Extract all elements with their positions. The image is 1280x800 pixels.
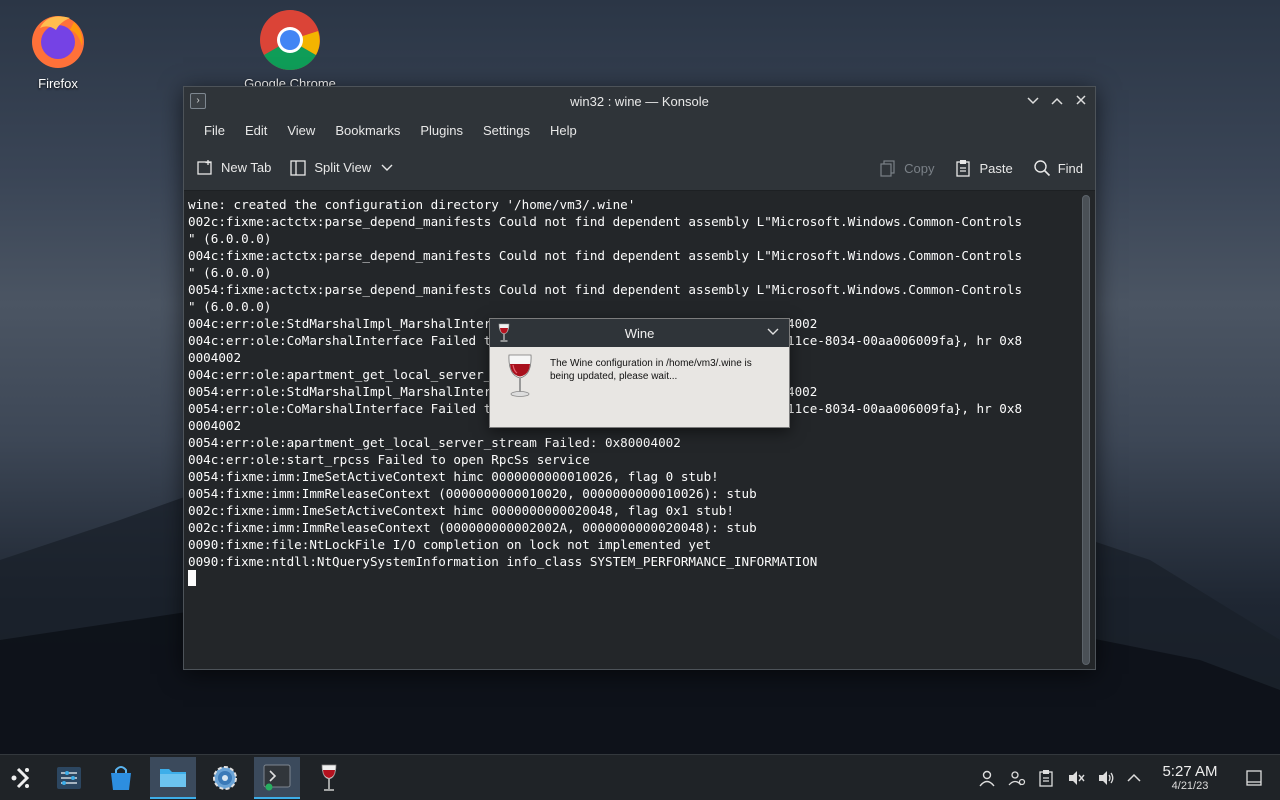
terminal-line: 0090:fixme:file:NtLockFile I/O completio… — [188, 537, 712, 552]
taskbar-wine[interactable] — [306, 757, 352, 799]
terminal-cursor — [188, 570, 196, 586]
taskbar-system-settings-sliders[interactable] — [46, 757, 92, 799]
menu-view[interactable]: View — [277, 123, 325, 138]
find-label: Find — [1057, 160, 1083, 176]
desktop-icon-firefox[interactable]: Firefox — [8, 8, 108, 91]
menu-bookmarks[interactable]: Bookmarks — [325, 123, 410, 138]
chrome-icon — [258, 8, 322, 72]
konsole-titlebar[interactable]: › win32 : wine — Konsole — [184, 87, 1095, 115]
show-desktop-button[interactable] — [1240, 755, 1268, 800]
wine-glass-icon — [508, 354, 532, 397]
network-icon — [1008, 771, 1026, 786]
chevron-up-icon — [1127, 773, 1141, 782]
terminal-icon: › — [190, 93, 206, 109]
wine-dialog-title: Wine — [624, 325, 655, 341]
close-button[interactable] — [1071, 91, 1091, 111]
clock-date: 4/21/23 — [1171, 780, 1209, 792]
launcher-icon — [11, 767, 30, 789]
folder-icon — [160, 769, 186, 787]
split-view-label: Split View — [314, 160, 372, 175]
find-button[interactable]: Find — [1033, 159, 1083, 177]
new-tab-label: New Tab — [221, 160, 272, 175]
menubar: File Edit View Bookmarks Plugins Setting… — [184, 115, 1095, 145]
terminal-line: 004c:err:ole:start_rpcss Failed to open … — [188, 452, 590, 467]
toolbar-right: Copy Paste Find — [859, 145, 1083, 191]
app-launcher-button[interactable] — [0, 757, 46, 799]
terminal-line: " (6.0.0.0) — [188, 231, 272, 246]
tray-clipboard[interactable] — [1032, 755, 1060, 800]
clipboard-icon — [1039, 770, 1053, 787]
chevron-down-icon[interactable] — [1023, 91, 1043, 111]
terminal-line: 002c:fixme:actctx:parse_depend_manifests… — [188, 214, 1023, 229]
taskbar-dolphin[interactable] — [150, 757, 196, 799]
digital-clock[interactable]: 5:27 AM 4/21/23 — [1152, 763, 1228, 792]
wine-dialog: Wine The Wine configuration in /home/vm3… — [489, 318, 790, 428]
terminal-icon — [263, 764, 291, 791]
new-tab-button[interactable]: New Tab — [196, 159, 271, 177]
desktop-icon-label: Firefox — [38, 76, 78, 91]
terminal-line: wine: created the configuration director… — [188, 197, 636, 212]
chevron-down-icon[interactable] — [767, 325, 779, 339]
terminal-line: 002c:fixme:imm:ImeSetActiveContext himc … — [188, 503, 734, 518]
taskbar: 5:27 AM 4/21/23 — [0, 754, 1280, 800]
clock-time: 5:27 AM — [1162, 763, 1218, 780]
menu-help[interactable]: Help — [540, 123, 587, 138]
firefox-icon — [26, 8, 90, 72]
desktop-icon-chrome[interactable]: Google Chrome — [240, 8, 340, 91]
terminal-line: 0054:fixme:imm:ImmReleaseContext (000000… — [188, 486, 757, 501]
search-icon — [1034, 160, 1050, 177]
gear-icon — [213, 766, 237, 790]
terminal-line: 0090:fixme:ntdll:NtQuerySystemInformatio… — [188, 554, 818, 569]
menu-plugins[interactable]: Plugins — [410, 123, 473, 138]
tray-expand[interactable] — [1120, 755, 1148, 800]
tray-volume-muted[interactable] — [1062, 755, 1090, 800]
toolbar: New Tab Split View Copy Paste Find — [184, 145, 1095, 191]
volume-muted-icon — [1069, 771, 1085, 785]
wine-dialog-message: The Wine configuration in /home/vm3/.win… — [550, 358, 752, 382]
menu-file[interactable]: File — [194, 123, 235, 138]
copy-button[interactable]: Copy — [879, 159, 934, 177]
tray-network[interactable] — [1003, 755, 1031, 800]
speaker-icon — [1099, 771, 1114, 785]
paste-button[interactable]: Paste — [954, 159, 1013, 177]
paste-icon — [956, 160, 971, 177]
terminal-line: " (6.0.0.0) — [188, 265, 272, 280]
store-bag-icon — [111, 766, 131, 790]
split-view-icon — [290, 159, 306, 176]
terminal-line: 002c:fixme:imm:ImmReleaseContext (000000… — [188, 520, 757, 535]
taskbar-system-settings[interactable] — [202, 757, 248, 799]
menu-edit[interactable]: Edit — [235, 123, 277, 138]
wine-dialog-titlebar[interactable]: Wine — [490, 319, 789, 347]
terminal-line: 0054:fixme:imm:ImeSetActiveContext himc … — [188, 469, 719, 484]
new-tab-icon — [197, 159, 212, 175]
tray-user-switcher[interactable] — [973, 755, 1001, 800]
user-icon — [979, 770, 995, 787]
show-desktop-icon — [1246, 770, 1262, 786]
taskbar-konsole[interactable] — [254, 757, 300, 799]
split-view-button[interactable]: Split View — [289, 159, 400, 177]
copy-icon — [880, 160, 895, 177]
window-title: win32 : wine — Konsole — [570, 93, 709, 109]
menu-settings[interactable]: Settings — [473, 123, 540, 138]
terminal-line: " (6.0.0.0) — [188, 299, 272, 314]
paste-label: Paste — [979, 160, 1013, 176]
chevron-down-icon[interactable] — [381, 164, 393, 172]
copy-label: Copy — [904, 160, 935, 176]
terminal-scrollbar[interactable] — [1082, 195, 1090, 665]
terminal-output[interactable]: wine: created the configuration director… — [184, 191, 1095, 669]
tray-volume[interactable] — [1092, 755, 1120, 800]
wine-glass-icon — [498, 323, 510, 342]
taskbar-discover[interactable] — [98, 757, 144, 799]
wine-dialog-body: The Wine configuration in /home/vm3/.win… — [490, 347, 789, 427]
terminal-line: 0054:err:ole:apartment_get_local_server_… — [188, 435, 681, 450]
terminal-line: 004c:fixme:actctx:parse_depend_manifests… — [188, 248, 1023, 263]
maximize-button[interactable] — [1047, 91, 1067, 111]
sliders-icon — [57, 767, 81, 789]
wine-glass-icon — [321, 764, 337, 791]
terminal-line: 0054:fixme:actctx:parse_depend_manifests… — [188, 282, 1023, 297]
